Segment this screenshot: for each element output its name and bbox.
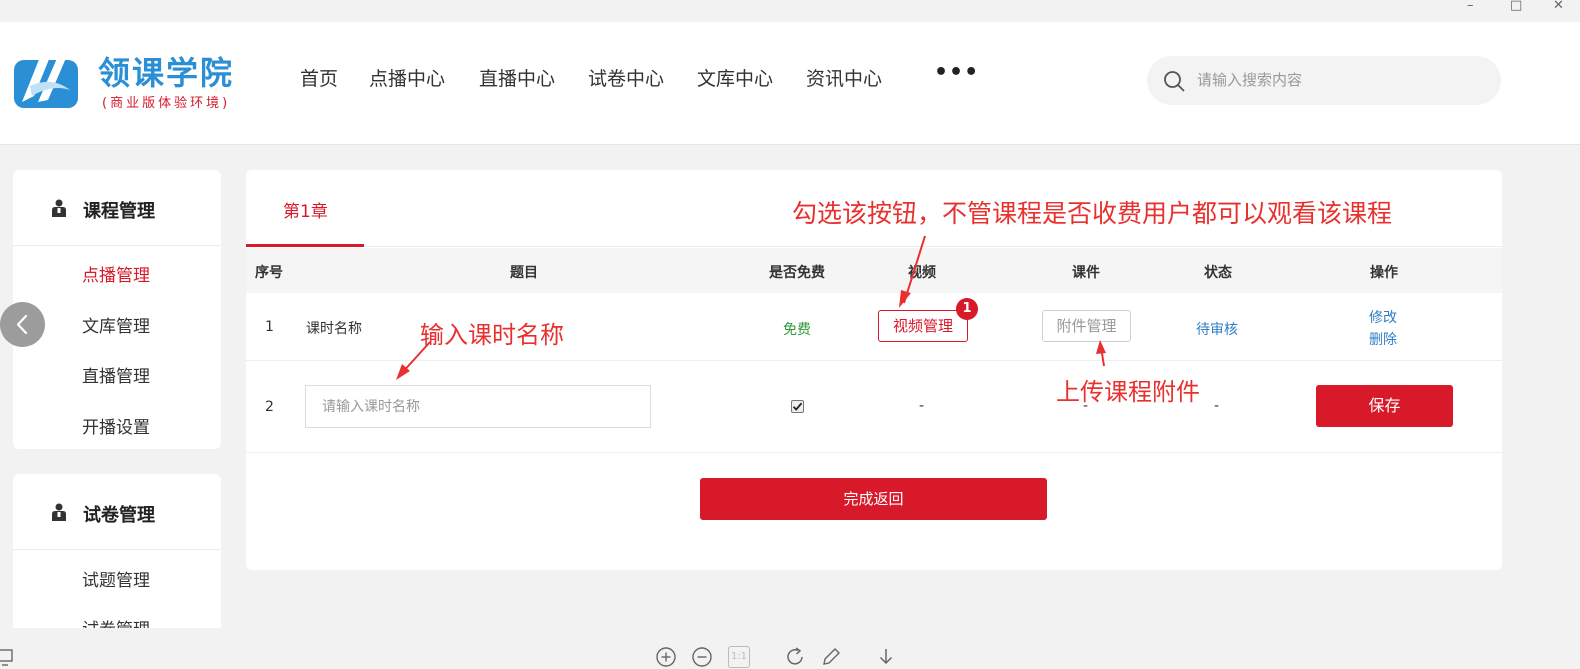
monitor-icon[interactable] <box>0 646 18 668</box>
brand-logo[interactable]: 领课学院 (商业版体验环境) <box>12 46 252 116</box>
sidebar-item-question-management[interactable]: 试题管理 <box>82 566 150 591</box>
minimize-button[interactable]: – <box>1467 0 1474 12</box>
row-index: 1 <box>265 319 274 335</box>
actual-size-icon[interactable]: 1:1 <box>728 646 750 668</box>
video-management-button[interactable]: 视频管理 <box>878 310 968 342</box>
search-input[interactable] <box>1197 68 1487 92</box>
sidebar-item-paper-management[interactable]: 试卷管理 <box>82 615 150 628</box>
annotation-free-hint: 勾选该按钮，不管课程是否收费用户都可以观看该课程 <box>792 199 1393 228</box>
edit-link[interactable]: 修改 <box>1369 307 1397 327</box>
column-header-free: 是否免费 <box>769 265 825 281</box>
video-management-label: 视频管理 <box>892 317 953 335</box>
nav-item-home[interactable]: 首页 <box>300 64 338 91</box>
user-icon <box>52 199 66 217</box>
chevron-left-icon <box>16 314 28 335</box>
maximize-button[interactable]: □ <box>1510 0 1522 12</box>
free-label: 免费 <box>783 322 811 338</box>
zoom-in-icon[interactable] <box>655 646 677 668</box>
sidebar-group-header: 试卷管理 <box>13 474 221 550</box>
column-header-video: 视频 <box>908 265 936 281</box>
video-empty: - <box>919 398 925 414</box>
annotation-name-hint: 输入课时名称 <box>420 321 564 349</box>
sidebar-exam-management: 试卷管理 试题管理 试卷管理 <box>13 474 221 628</box>
close-button[interactable]: ✕ <box>1553 0 1564 12</box>
sidebar-item-broadcast-settings[interactable]: 开播设置 <box>82 413 150 438</box>
top-navigation: 领课学院 (商业版体验环境) 首页 点播中心 直播中心 试卷中心 文库中心 资讯… <box>0 22 1580 145</box>
search-icon[interactable] <box>1163 70 1185 92</box>
status-empty: - <box>1214 398 1220 414</box>
column-header-actions: 操作 <box>1370 265 1398 281</box>
tab-chapter-1[interactable]: 第1章 <box>246 170 364 247</box>
chapter-panel: 第1章 序号 题目 是否免费 视频 课件 状态 操作 1 课时名称 免费 视频管… <box>246 170 1502 570</box>
sidebar-group-title: 试卷管理 <box>83 505 155 526</box>
sidebar-group-title: 课程管理 <box>83 201 155 222</box>
nav-item-live[interactable]: 直播中心 <box>479 64 555 91</box>
lesson-title[interactable]: 课时名称 <box>306 318 362 338</box>
delete-link[interactable]: 删除 <box>1369 329 1397 349</box>
attachment-management-button[interactable]: 附件管理 <box>1042 310 1131 342</box>
sidebar-item-library-management[interactable]: 文库管理 <box>82 312 150 337</box>
nav-item-exam[interactable]: 试卷中心 <box>588 64 664 91</box>
brand-name: 领课学院 <box>98 54 235 92</box>
notification-badge: 1 <box>956 298 978 320</box>
rotate-icon[interactable] <box>784 646 806 668</box>
nav-item-library[interactable]: 文库中心 <box>697 64 773 91</box>
column-header-courseware: 课件 <box>1072 265 1100 281</box>
save-button[interactable]: 保存 <box>1316 385 1453 427</box>
checkmark-icon <box>792 402 803 411</box>
attachment-management-label: 附件管理 <box>1056 317 1117 335</box>
free-checkbox[interactable] <box>791 400 804 413</box>
nav-item-vod[interactable]: 点播中心 <box>369 64 445 91</box>
annotation-upload-hint: 上传课程附件 <box>1056 378 1200 406</box>
nav-item-news[interactable]: 资讯中心 <box>806 64 882 91</box>
back-button[interactable] <box>0 302 45 347</box>
download-icon[interactable] <box>875 646 897 668</box>
column-header-status: 状态 <box>1204 265 1232 281</box>
sidebar-item-vod-management[interactable]: 点播管理 <box>82 261 150 286</box>
sidebar-group-header: 课程管理 <box>13 170 221 246</box>
table-row: 2 - - - 保存 <box>246 362 1502 453</box>
finish-and-return-button[interactable]: 完成返回 <box>700 478 1047 520</box>
zoom-out-icon[interactable] <box>691 646 713 668</box>
edit-icon[interactable] <box>820 646 842 668</box>
status-pending-review: 待审核 <box>1196 322 1238 338</box>
table-header: 序号 题目 是否免费 视频 课件 状态 操作 <box>246 248 1502 293</box>
column-header-index: 序号 <box>255 265 283 281</box>
column-header-title: 题目 <box>510 265 538 281</box>
lesson-name-input[interactable] <box>305 385 651 428</box>
search-box[interactable] <box>1147 56 1501 105</box>
brand-tagline: (商业版体验环境) <box>102 96 231 111</box>
window-titlebar: – □ ✕ <box>0 0 1580 22</box>
nav-more-button[interactable]: ••• <box>934 60 979 85</box>
user-icon <box>52 503 66 521</box>
logo-mark-icon <box>14 52 78 108</box>
sidebar-item-live-management[interactable]: 直播管理 <box>82 362 150 387</box>
tab-label: 第1章 <box>283 202 328 222</box>
row-index: 2 <box>265 399 274 415</box>
